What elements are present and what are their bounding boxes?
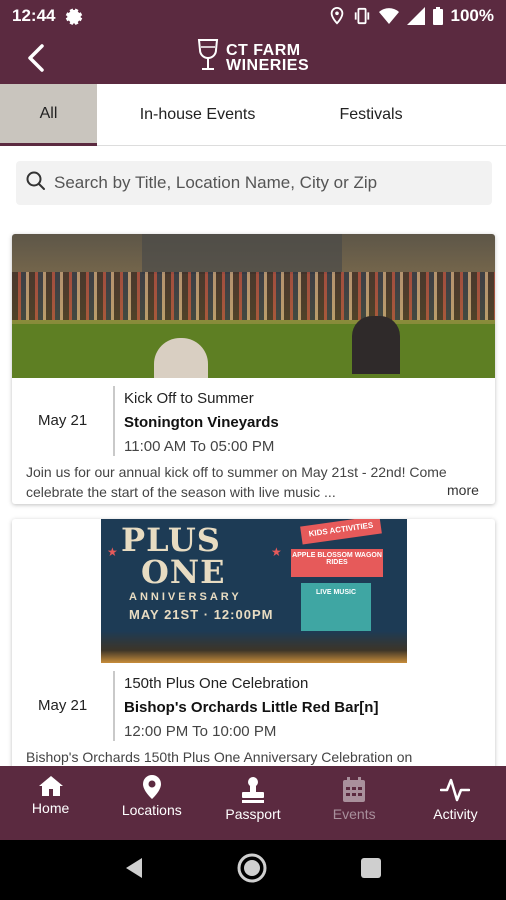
- activity-icon: [440, 778, 471, 802]
- logo-line2: WINERIES: [226, 56, 310, 74]
- event-card[interactable]: May 21 Kick Off to Summer Stonington Vin…: [12, 234, 495, 504]
- status-time: 12:44: [12, 6, 56, 25]
- event-venue: Bishop's Orchards Little Red Bar[n]: [124, 699, 379, 716]
- system-home-icon[interactable]: [236, 852, 268, 889]
- filter-tabs: All In-house Events Festivals: [0, 84, 506, 146]
- event-card[interactable]: ★ ★ PLUS ONE ANNIVERSARY MAY 21ST · 12:0…: [12, 519, 495, 766]
- nav-locations[interactable]: Locations: [101, 766, 202, 840]
- system-back-icon[interactable]: [124, 857, 144, 884]
- events-list: May 21 Kick Off to Summer Stonington Vin…: [0, 146, 506, 766]
- settings-gear-icon: [65, 7, 83, 25]
- calendar-icon: [343, 777, 366, 802]
- location-pin-icon: [142, 775, 161, 799]
- nav-events[interactable]: Events: [304, 766, 405, 840]
- nav-activity[interactable]: Activity: [405, 766, 506, 840]
- nav-passport-label: Passport: [225, 806, 281, 822]
- status-bar: 12:44 100%: [0, 0, 506, 32]
- nav-passport[interactable]: Passport: [202, 766, 303, 840]
- event-title: Kick Off to Summer: [124, 390, 254, 407]
- event-time: 12:00 PM To 10:00 PM: [124, 723, 277, 740]
- search-input[interactable]: [54, 173, 474, 193]
- wifi-icon: [378, 8, 399, 24]
- divider: [113, 386, 115, 456]
- nav-home[interactable]: Home: [0, 766, 101, 840]
- poster-sign2: APPLE BLOSSOM WAGON RIDES: [291, 549, 383, 577]
- divider: [113, 671, 115, 741]
- event-description: Bishop's Orchards 150th Plus One Anniver…: [26, 749, 413, 765]
- event-poster: ★ ★ PLUS ONE ANNIVERSARY MAY 21ST · 12:0…: [101, 519, 407, 663]
- tab-in-house-events[interactable]: In-house Events: [97, 84, 298, 146]
- battery-icon: [432, 7, 443, 25]
- tab-festivals[interactable]: Festivals: [298, 84, 444, 146]
- system-recents-icon[interactable]: [360, 857, 382, 884]
- event-venue: Stonington Vineyards: [124, 414, 279, 431]
- event-description: Join us for our annual kick off to summe…: [26, 464, 447, 500]
- bottom-nav: Home Locations Passport Events Activity: [0, 766, 506, 840]
- system-nav-bar: [0, 840, 506, 900]
- poster-line2: ONE: [141, 553, 226, 591]
- poster-sign1: KIDS ACTIVITIES: [300, 519, 382, 545]
- poster-line3: ANNIVERSARY: [129, 591, 242, 603]
- back-arrow-icon[interactable]: [22, 42, 54, 74]
- app-bar: CT FARM WINERIES: [0, 32, 506, 84]
- more-link[interactable]: more: [443, 482, 479, 498]
- app-logo: CT FARM WINERIES: [196, 38, 309, 77]
- event-date: May 21: [38, 697, 88, 714]
- nav-home-label: Home: [31, 800, 70, 816]
- home-icon: [38, 776, 63, 796]
- cell-signal-icon: [406, 7, 425, 25]
- event-title: 150th Plus One Celebration: [124, 675, 309, 692]
- stamp-icon: [242, 777, 264, 803]
- poster-line1: PLUS: [121, 521, 221, 559]
- search-bar: [16, 161, 492, 205]
- nav-events-label: Events: [332, 806, 376, 822]
- event-date: May 21: [38, 412, 88, 429]
- event-photo: [12, 234, 495, 378]
- event-time: 11:00 AM To 05:00 PM: [124, 438, 275, 455]
- tab-all[interactable]: All: [0, 84, 97, 146]
- nav-locations-label: Locations: [121, 802, 182, 818]
- vibrate-icon: [353, 7, 371, 25]
- battery-percent: 100%: [450, 6, 494, 25]
- search-icon: [26, 171, 46, 196]
- poster-line4: MAY 21ST · 12:00PM: [129, 607, 274, 622]
- location-status-icon: [329, 7, 345, 25]
- wine-glass-icon: [196, 38, 220, 77]
- nav-activity-label: Activity: [433, 806, 478, 822]
- logo-line1: CT FARM: [226, 41, 301, 59]
